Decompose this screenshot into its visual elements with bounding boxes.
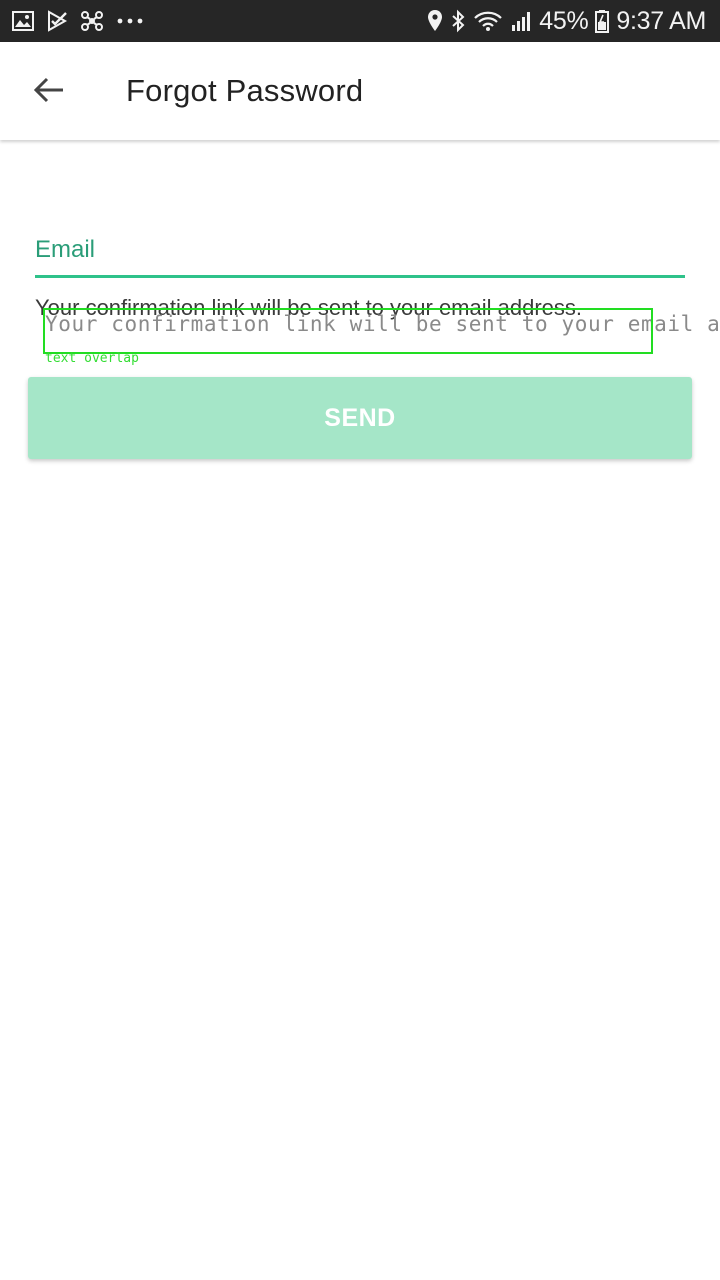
forgot-password-screen: 45% 9:37 AM Forgot Password Email Your c… [0,0,720,1280]
wifi-icon [473,10,503,32]
send-button[interactable]: SEND [28,377,692,459]
overlay-highlight-box [43,308,653,354]
location-icon [427,9,443,33]
image-icon [12,11,34,31]
email-field-container[interactable]: Email [35,222,685,280]
status-bar: 45% 9:37 AM [0,0,720,42]
arrow-left-icon [33,76,65,109]
status-bar-right: 45% 9:37 AM [427,0,706,42]
back-button[interactable] [26,69,72,115]
network-icon [80,10,104,32]
checkmark-play-icon [46,10,68,32]
overlay-caption: text overlap [45,351,139,366]
email-underline [35,275,685,278]
battery-percent: 45% [539,6,589,35]
status-time: 9:37 AM [616,6,706,35]
send-button-label: SEND [324,403,396,432]
bluetooth-icon [450,9,466,33]
page-title: Forgot Password [126,73,364,108]
status-bar-left [12,0,144,42]
more-dots-icon [116,17,144,25]
signal-icon [510,10,532,32]
app-bar: Forgot Password [0,42,720,140]
battery-icon [595,9,610,33]
email-field[interactable] [35,222,685,277]
